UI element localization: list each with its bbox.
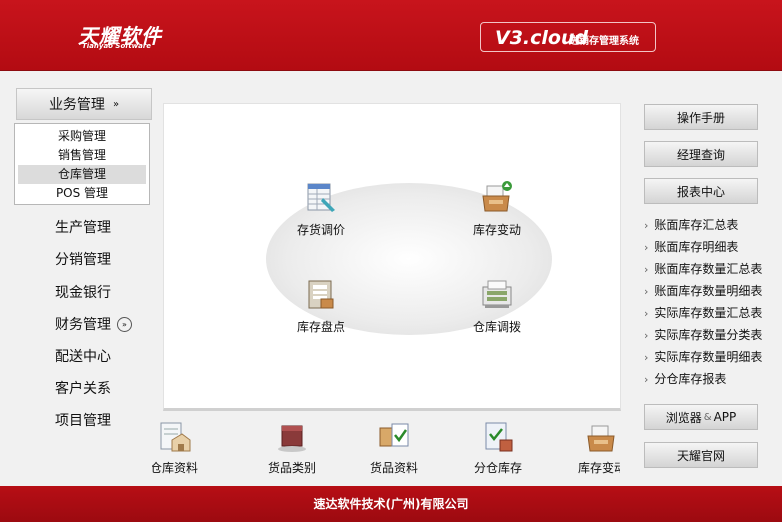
business-submenu: 采购管理 销售管理 仓库管理 POS 管理 <box>14 123 150 205</box>
nav-item-cash-bank[interactable]: 现金银行 <box>55 282 111 302</box>
report-item-label: 实际库存数量汇总表 <box>654 306 763 320</box>
nav-item-label: 项目管理 <box>55 413 111 429</box>
report-item-label: 账面库存明细表 <box>654 240 739 254</box>
chevron-right-icon: › <box>644 285 649 298</box>
app-footer: 速达软件技术(广州)有限公司 <box>0 486 782 522</box>
chevron-right-icon: › <box>644 351 649 364</box>
company-name: 速达软件技术(广州)有限公司 <box>313 497 469 511</box>
official-site-button[interactable]: 天耀官网 <box>644 442 758 468</box>
nav-item-distribution[interactable]: 分销管理 <box>55 249 111 269</box>
operation-manual-label: 操作手册 <box>676 110 725 125</box>
report-item[interactable]: › 账面库存汇总表 <box>644 214 774 236</box>
strip-item-label: 库存变动 <box>577 461 620 475</box>
chevron-right-icon: › <box>644 241 649 254</box>
nav-top-label: 业务管理 <box>48 97 105 113</box>
nav-business-management-button[interactable]: 业务管理 » <box>16 88 152 120</box>
report-item[interactable]: › 分仓库存报表 <box>644 368 774 390</box>
center-item-inventory-change[interactable]: 库存变动 <box>452 180 542 238</box>
report-item[interactable]: › 账面库存数量明细表 <box>644 280 774 302</box>
submenu-item-warehouse[interactable]: 仓库管理 <box>18 165 146 184</box>
report-item-label: 实际库存数量分类表 <box>654 328 763 342</box>
warehouse-data-icon <box>160 422 191 452</box>
official-site-label: 天耀官网 <box>676 448 725 463</box>
brand-logo-subtext: Tianyao Software <box>82 42 152 50</box>
strip-item-inventory-change[interactable]: 库存变动 <box>562 420 620 476</box>
nav-item-production[interactable]: 生产管理 <box>55 217 111 237</box>
center-item-warehouse-transfer[interactable]: 仓库调拨 <box>452 277 542 335</box>
version-badge: V3.cloud 进销存管理系统 <box>480 22 656 52</box>
center-item-label: 存货调价 <box>296 223 345 237</box>
strip-item-label: 仓库资料 <box>152 461 198 475</box>
report-item-label: 实际库存数量明细表 <box>654 350 763 364</box>
report-item[interactable]: › 账面库存明细表 <box>644 236 774 258</box>
chevron-down-icon: » <box>112 98 120 110</box>
center-item-stock-count[interactable]: 库存盘点 <box>276 277 366 335</box>
report-list: › 账面库存汇总表 › 账面库存明细表 › 账面库存数量汇总表 › 账面库存数量明细表 … <box>644 214 774 390</box>
submenu-item-pos[interactable]: POS 管理 <box>18 184 146 203</box>
report-item[interactable]: › 实际库存数量分类表 <box>644 324 774 346</box>
price-adjust-icon <box>307 183 335 212</box>
browser-app-label-a: 浏览器 <box>665 410 702 425</box>
nav-item-distribution-center[interactable]: 配送中心 <box>55 346 111 366</box>
center-item-label: 库存盘点 <box>296 320 345 334</box>
goods-category-icon <box>278 425 306 452</box>
quick-access-strip: 仓库资料 货品类别 货品资料 分仓库存 库存变动 <box>152 416 620 480</box>
chevron-right-icon: › <box>644 219 649 232</box>
warehouse-transfer-icon <box>482 280 512 308</box>
branch-stock-icon <box>485 422 513 452</box>
inventory-change-icon <box>482 181 512 212</box>
report-item-label: 账面库存汇总表 <box>654 218 739 232</box>
report-item[interactable]: › 实际库存数量汇总表 <box>644 302 774 324</box>
report-item[interactable]: › 账面库存数量汇总表 <box>644 258 774 280</box>
stock-count-icon <box>308 280 334 309</box>
chevron-right-icon: › <box>644 307 649 320</box>
report-center-label: 报表中心 <box>676 184 725 199</box>
strip-item-warehouse-data[interactable]: 仓库资料 <box>152 420 214 476</box>
nav-item-label: 配送中心 <box>55 349 111 365</box>
strip-item-label: 货品类别 <box>267 461 316 475</box>
report-item-label: 账面库存数量汇总表 <box>654 262 763 276</box>
submenu-item-sales[interactable]: 销售管理 <box>18 146 146 165</box>
manager-query-label: 经理查询 <box>676 147 725 162</box>
nav-item-label: 财务管理 <box>55 317 111 333</box>
warehouse-workflow-panel: 存货调价 库存变动 库存盘点 仓库调拨 <box>163 103 621 411</box>
strip-item-label: 分仓库存 <box>473 461 522 475</box>
manager-query-button[interactable]: 经理查询 <box>644 141 758 167</box>
strip-item-branch-stock[interactable]: 分仓库存 <box>458 420 538 476</box>
report-center-button[interactable]: 报表中心 <box>644 178 758 204</box>
chevron-right-icon: › <box>644 263 649 276</box>
center-item-label: 仓库调拨 <box>472 320 521 334</box>
operation-manual-button[interactable]: 操作手册 <box>644 104 758 130</box>
browser-app-amp: & <box>703 411 712 423</box>
browser-app-button[interactable]: 浏览器 & APP <box>644 404 758 430</box>
center-item-price-adjust[interactable]: 存货调价 <box>276 180 366 238</box>
chevron-right-icon: › <box>644 373 649 386</box>
system-name: 进销存管理系统 <box>569 36 639 47</box>
strip-item-goods-category[interactable]: 货品类别 <box>252 420 332 476</box>
report-item-label: 分仓库存报表 <box>654 372 727 386</box>
app-header: 天耀软件 Tianyao Software V3.cloud 进销存管理系统 <box>0 0 782 71</box>
nav-item-label: 现金银行 <box>55 285 111 301</box>
strip-item-goods-data[interactable]: 货品资料 <box>354 420 434 476</box>
strip-item-label: 货品资料 <box>369 461 418 475</box>
nav-item-finance[interactable]: 财务管理 » <box>55 314 132 334</box>
center-item-label: 库存变动 <box>472 223 521 237</box>
chevron-right-icon: › <box>644 329 649 342</box>
report-item-label: 账面库存数量明细表 <box>654 284 763 298</box>
expand-circle-icon[interactable]: » <box>117 316 132 332</box>
nav-item-project[interactable]: 项目管理 <box>55 410 111 430</box>
nav-item-label: 客户关系 <box>55 381 111 397</box>
report-item[interactable]: › 实际库存数量明细表 <box>644 346 774 368</box>
submenu-item-purchase[interactable]: 采购管理 <box>18 127 146 146</box>
goods-data-icon <box>379 423 409 447</box>
nav-item-customer-relations[interactable]: 客户关系 <box>55 378 111 398</box>
nav-item-label: 生产管理 <box>55 220 111 236</box>
nav-item-label: 分销管理 <box>55 252 111 268</box>
inventory-change-icon <box>587 425 615 452</box>
browser-app-label-b: APP <box>713 410 737 424</box>
